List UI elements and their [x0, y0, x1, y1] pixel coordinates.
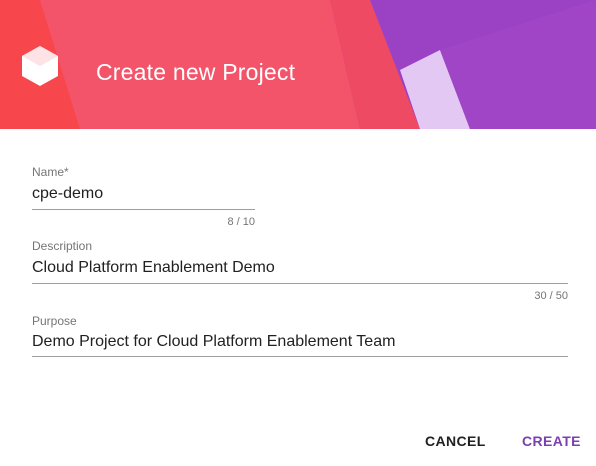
header-background	[0, 0, 596, 129]
description-counter: 30 / 50	[534, 290, 568, 302]
name-counter: 8 / 10	[227, 216, 255, 228]
cancel-button[interactable]: CANCEL	[425, 433, 486, 449]
name-underline	[32, 209, 255, 210]
cube-icon	[20, 44, 60, 88]
dialog-header: Create new Project	[0, 0, 596, 129]
purpose-underline	[32, 356, 568, 357]
purpose-field[interactable]: Demo Project for Cloud Platform Enableme…	[32, 333, 395, 351]
name-label: Name*	[32, 165, 69, 179]
description-label: Description	[32, 239, 93, 253]
create-button[interactable]: CREATE	[522, 433, 581, 449]
dialog-title: Create new Project	[96, 59, 296, 85]
description-underline	[32, 283, 568, 284]
name-field[interactable]: cpe-demo	[32, 185, 103, 203]
purpose-label: Purpose	[32, 314, 77, 328]
description-field[interactable]: Cloud Platform Enablement Demo	[32, 259, 275, 277]
